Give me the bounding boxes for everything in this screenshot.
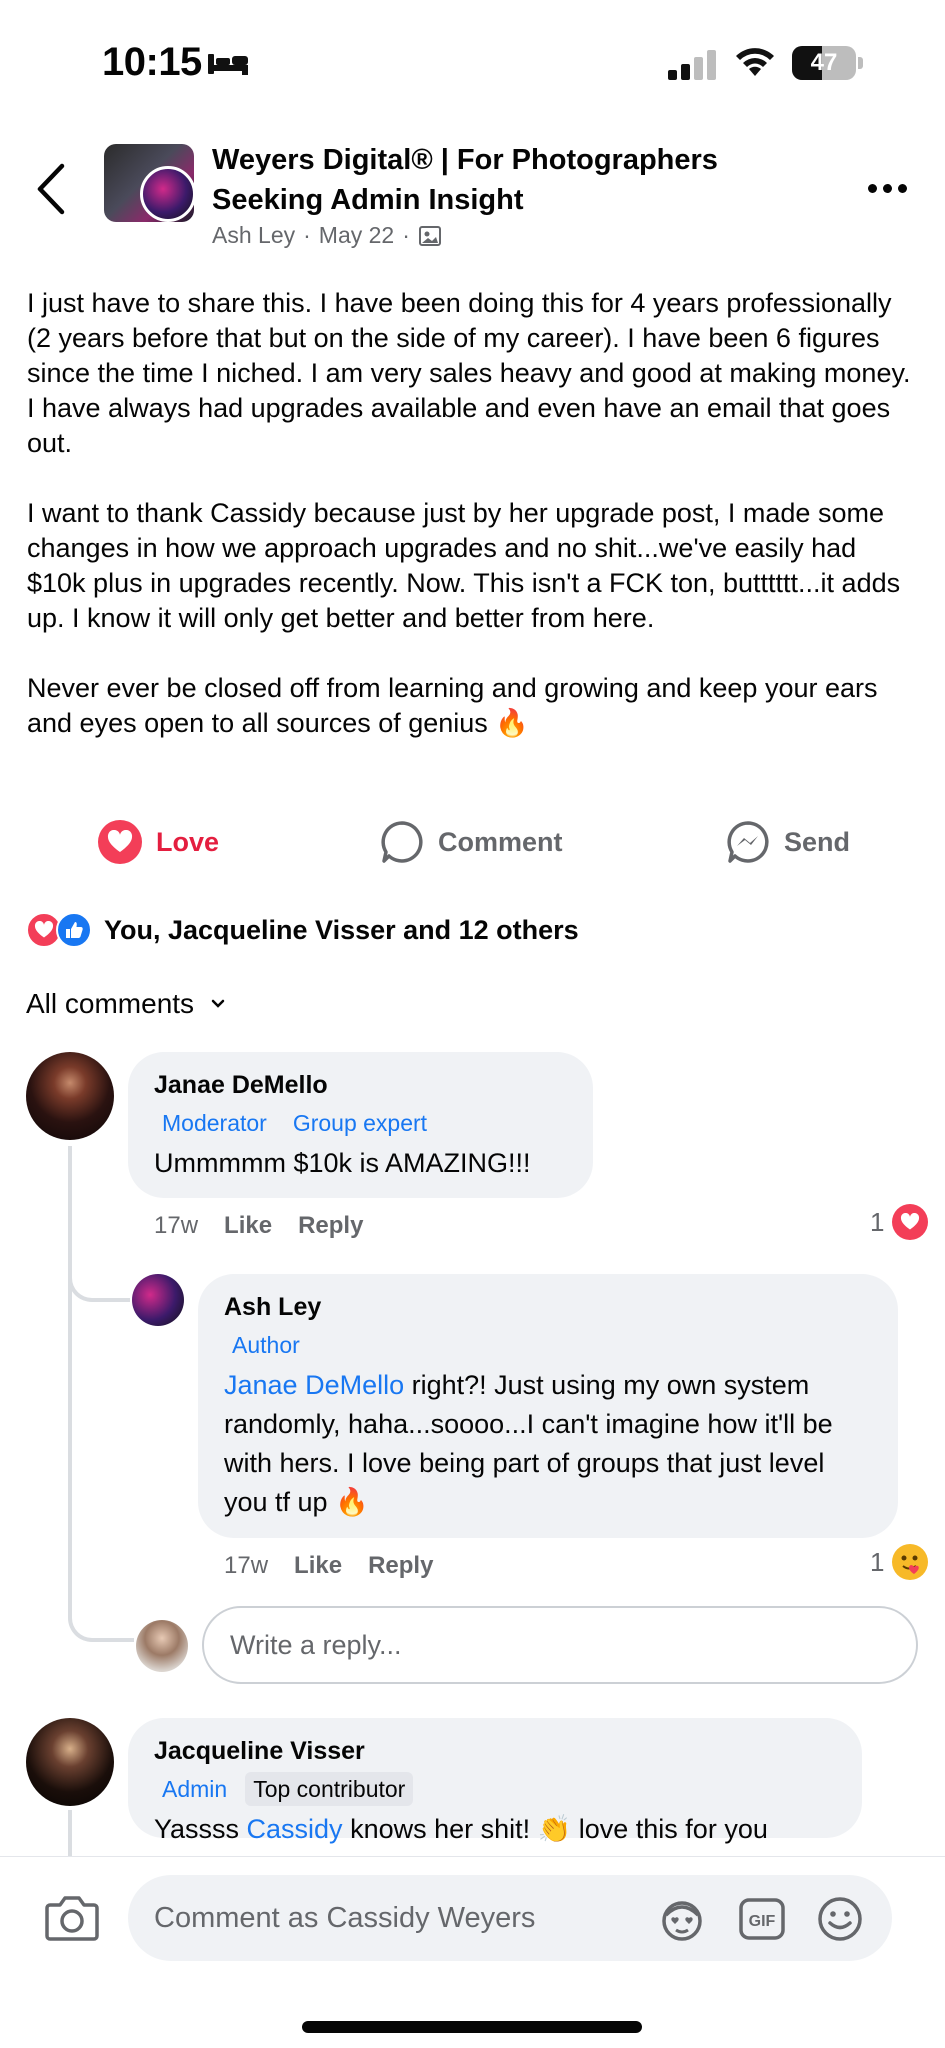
badge-admin: Admin [162, 1776, 228, 1802]
group-title[interactable]: Weyers Digital® | For Photographers Seek… [212, 140, 772, 220]
wifi-icon [736, 48, 774, 76]
chevron-down-icon [211, 999, 225, 1008]
badge-top-contributor: Top contributor [245, 1772, 414, 1806]
badge-moderator: Moderator [162, 1110, 267, 1136]
comment-text: Janae DeMello right?! Just using my own … [224, 1366, 872, 1522]
comment-text: Yassss Cassidy knows her shit! 👏 love th… [154, 1810, 836, 1849]
meta-separator: · [303, 222, 311, 248]
avatar[interactable] [132, 1274, 184, 1326]
more-options-button[interactable] [868, 176, 914, 200]
reply-button[interactable]: Reply [368, 1552, 433, 1580]
badge-group-expert: Group expert [292, 1110, 428, 1136]
status-bar: 10:15 47 [0, 0, 945, 120]
camera-icon[interactable] [44, 1891, 100, 1943]
thread-connector [68, 1560, 134, 1642]
signal-icon [668, 50, 716, 80]
comment-text-start: Yassss [154, 1814, 247, 1844]
battery-icon: 47 [792, 46, 863, 80]
mention-link[interactable]: Janae DeMello [224, 1370, 404, 1400]
mention-link[interactable]: Cassidy [247, 1814, 343, 1844]
love-button[interactable]: Love [98, 820, 219, 864]
comment-bubble[interactable]: Jacqueline Visser Admin Top contributor … [128, 1718, 862, 1844]
reaction-count: 1 [870, 1206, 885, 1237]
send-label: Send [784, 826, 851, 857]
comment-text-end: knows her shit! 👏 love this for you [342, 1814, 768, 1844]
avatar-sticker-icon[interactable] [658, 1895, 706, 1943]
reactions-summary[interactable]: You, Jacqueline Visser and 12 others [26, 912, 579, 948]
post-body: I just have to share this. I have been d… [27, 286, 917, 776]
more-icon-dot [898, 183, 907, 193]
reply-input[interactable]: Write a reply... [202, 1606, 918, 1684]
send-button[interactable]: Send [726, 820, 850, 864]
back-button[interactable] [32, 160, 72, 218]
comments-filter-label: All comments [26, 988, 195, 1019]
badges: Moderator Group expert [154, 1106, 567, 1140]
reaction-count: 1 [870, 1546, 885, 1577]
home-indicator [302, 2021, 642, 2033]
comment-reaction-count[interactable]: 1 [870, 1544, 929, 1580]
post-meta: Ash Ley · May 22 · [212, 222, 442, 249]
like-button[interactable]: Like [294, 1552, 342, 1580]
my-avatar [136, 1620, 188, 1672]
commenter-name[interactable]: Jacqueline Visser [154, 1734, 836, 1768]
reply-button[interactable]: Reply [298, 1212, 363, 1240]
love-icon [892, 1204, 929, 1240]
comment-reaction-count[interactable]: 1 [870, 1204, 929, 1240]
badge-author: Author [232, 1332, 300, 1358]
group-avatar[interactable] [104, 144, 194, 222]
comment-time: 17w [154, 1212, 199, 1239]
thread-line [68, 1146, 72, 1560]
post-paragraph: Never ever be closed off from learning a… [27, 673, 878, 738]
comment-time: 17w [224, 1552, 269, 1579]
reactions-text: You, Jacqueline Visser and 12 others [104, 914, 579, 945]
comments-filter-dropdown[interactable]: All comments [26, 988, 226, 1020]
messenger-icon [727, 821, 769, 863]
post-paragraph: I want to thank Cassidy because just by … [27, 498, 901, 633]
comment-input[interactable]: Comment as Cassidy Weyers GIF [128, 1875, 892, 1961]
commenter-name[interactable]: Janae DeMello [154, 1068, 567, 1102]
gif-icon[interactable]: GIF [738, 1895, 786, 1943]
comment-bubble[interactable]: Ash Ley Author Janae DeMello right?! Jus… [198, 1274, 898, 1538]
more-icon-dot [883, 183, 892, 193]
battery-level: 47 [810, 49, 838, 76]
author-avatar[interactable] [140, 166, 194, 222]
comment-placeholder: Comment as Cassidy Weyers [154, 1902, 536, 1934]
emoji-icon[interactable] [816, 1895, 864, 1943]
comment-meta: 17w Like Reply [154, 1212, 363, 1240]
thread-line [68, 1810, 72, 1856]
comment-composer-bar: Comment as Cassidy Weyers GIF [0, 1856, 945, 2048]
avatar[interactable] [26, 1052, 114, 1140]
post-action-bar: Love Comment Send [0, 812, 945, 872]
post-paragraph: I just have to share this. I have been d… [27, 288, 911, 458]
comment-meta: 17w Like Reply [224, 1552, 433, 1580]
bed-icon [208, 54, 248, 75]
thread-connector [68, 1240, 130, 1302]
love-icon [98, 820, 142, 864]
love-label: Love [156, 826, 220, 857]
more-icon-dot [868, 183, 877, 193]
comment-bubble[interactable]: Janae DeMello Moderator Group expert Umm… [128, 1052, 593, 1198]
photo-icon [418, 225, 441, 246]
avatar[interactable] [26, 1718, 114, 1806]
post-author[interactable]: Ash Ley [212, 222, 295, 249]
care-reaction-icon [892, 1544, 929, 1580]
comment-label: Comment [438, 826, 563, 857]
comment-button[interactable]: Comment [380, 820, 563, 864]
svg-text:GIF: GIF [749, 1913, 776, 1930]
like-icon [56, 912, 92, 948]
meta-separator: · [402, 222, 410, 248]
status-time: 10:15 [102, 40, 202, 84]
post-date[interactable]: May 22 [319, 222, 394, 249]
badges: Author [224, 1328, 872, 1362]
badges: Admin Top contributor [154, 1772, 836, 1806]
like-button[interactable]: Like [224, 1212, 272, 1240]
comment-icon [381, 821, 423, 863]
commenter-name[interactable]: Ash Ley [224, 1290, 872, 1324]
comment-text: Ummmmm $10k is AMAZING!!! [154, 1148, 531, 1178]
